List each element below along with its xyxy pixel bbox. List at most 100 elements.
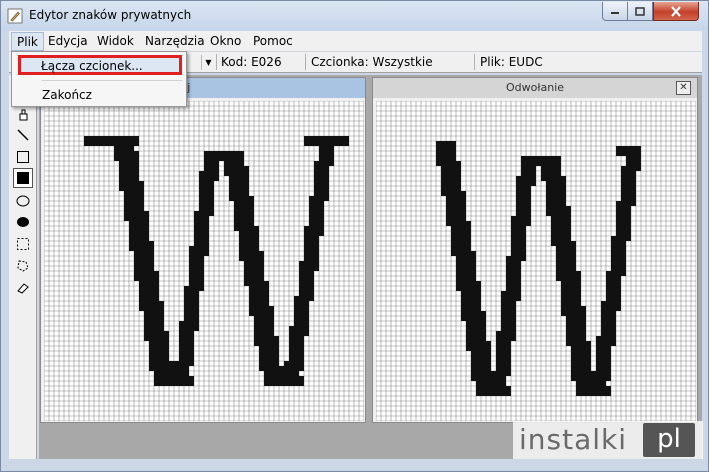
- glyph-pixel: [314, 201, 319, 206]
- glyph-pixel: [456, 261, 461, 266]
- edit-grid[interactable]: [44, 101, 364, 421]
- glyph-pixel: [299, 291, 304, 296]
- glyph-pixel: [309, 226, 314, 231]
- glyph-pixel: [471, 376, 476, 381]
- filled-ellipse-tool[interactable]: [13, 212, 33, 232]
- glyph-pixel: [501, 311, 506, 316]
- glyph-pixel: [304, 251, 309, 256]
- glyph-pixel: [314, 241, 319, 246]
- plik-dropdown-menu: Łącza czcionek... Zakończ: [11, 51, 187, 107]
- maximize-button[interactable]: [627, 2, 653, 21]
- glyph-pixel: [466, 236, 471, 241]
- glyph-pixel: [144, 311, 149, 316]
- glyph-pixel: [239, 236, 244, 241]
- glyph-pixel: [621, 236, 626, 241]
- glyph-pixel: [264, 371, 269, 376]
- glyph-pixel: [164, 351, 169, 356]
- rect-select-tool[interactable]: [13, 234, 33, 254]
- glyph-pixel: [184, 291, 189, 296]
- glyph-pixel: [471, 336, 476, 341]
- glyph-pixel: [456, 266, 461, 271]
- menu-widok[interactable]: Widok: [92, 32, 139, 51]
- glyph-pixel: [466, 231, 471, 236]
- menu-edycja[interactable]: Edycja: [43, 32, 93, 51]
- glyph-pixel: [139, 291, 144, 296]
- close-button[interactable]: [653, 2, 699, 21]
- glyph-pixel: [139, 261, 144, 266]
- glyph-pixel: [521, 161, 526, 166]
- glyph-pixel: [566, 326, 571, 331]
- glyph-pixel: [561, 311, 566, 316]
- glyph-pixel: [511, 221, 516, 226]
- glyph-pixel: [249, 201, 254, 206]
- menu-item-exit[interactable]: Zakończ: [18, 85, 182, 105]
- glyph-pixel: [486, 376, 491, 381]
- title-bar[interactable]: Edytor znaków prywatnych: [1, 1, 708, 30]
- hollow-ellipse-tool[interactable]: [13, 191, 33, 211]
- glyph-editor-grid[interactable]: [44, 101, 364, 421]
- glyph-pixel: [511, 261, 516, 266]
- glyph-pixel: [441, 156, 446, 161]
- glyph-pixel: [511, 271, 516, 276]
- glyph-pixel: [189, 351, 194, 356]
- glyph-pixel: [601, 326, 606, 331]
- glyph-pixel: [546, 191, 551, 196]
- glyph-pixel: [199, 181, 204, 186]
- glyph-pixel: [576, 346, 581, 351]
- glyph-pixel: [164, 381, 169, 386]
- menu-plik[interactable]: Plik: [11, 32, 44, 51]
- glyph-pixel: [314, 261, 319, 266]
- edit-panel: tuj: [40, 77, 366, 423]
- line-tool[interactable]: [13, 125, 33, 145]
- menu-item-font-links[interactable]: Łącza czcionek...: [18, 55, 182, 75]
- glyph-pixel: [134, 161, 139, 166]
- filled-rect-tool[interactable]: [13, 168, 33, 188]
- eraser-tool[interactable]: [13, 278, 33, 298]
- glyph-pixel: [441, 181, 446, 186]
- glyph-pixel: [451, 181, 456, 186]
- glyph-pixel: [611, 326, 616, 331]
- chevron-down-icon[interactable]: ▼: [201, 55, 215, 70]
- glyph-pixel: [466, 271, 471, 276]
- glyph-pixel: [561, 256, 566, 261]
- glyph-pixel: [329, 146, 334, 151]
- glyph-pixel: [471, 271, 476, 276]
- reference-grid: [376, 101, 696, 421]
- menu-pomoc[interactable]: Pomoc: [248, 32, 298, 51]
- glyph-pixel: [194, 266, 199, 271]
- glyph-pixel: [234, 211, 239, 216]
- glyph-pixel: [511, 301, 516, 306]
- glyph-pixel: [304, 321, 309, 326]
- glyph-pixel: [154, 341, 159, 346]
- menu-narzedzia[interactable]: Narzędzia: [140, 32, 210, 51]
- glyph-pixel: [566, 221, 571, 226]
- glyph-pixel: [244, 241, 249, 246]
- glyph-pixel: [616, 221, 621, 226]
- brush-tool[interactable]: [13, 105, 33, 125]
- glyph-pixel: [319, 136, 324, 141]
- freeform-select-tool[interactable]: [13, 256, 33, 276]
- glyph-pixel: [139, 256, 144, 261]
- glyph-pixel: [561, 196, 566, 201]
- glyph-pixel: [159, 321, 164, 326]
- minimize-button[interactable]: [602, 2, 628, 21]
- glyph-pixel: [164, 361, 169, 366]
- glyph-pixel: [169, 371, 174, 376]
- close-icon[interactable]: ✕: [676, 81, 691, 95]
- separator: [305, 54, 306, 70]
- glyph-pixel: [601, 386, 606, 391]
- glyph-pixel: [154, 351, 159, 356]
- glyph-pixel: [446, 151, 451, 156]
- glyph-pixel: [234, 201, 239, 206]
- glyph-pixel: [224, 171, 229, 176]
- glyph-pixel: [561, 206, 566, 211]
- menu-separator: [42, 80, 182, 81]
- glyph-pixel: [314, 166, 319, 171]
- glyph-pixel: [269, 311, 274, 316]
- glyph-pixel: [601, 391, 606, 396]
- glyph-pixel: [561, 241, 566, 246]
- glyph-pixel: [606, 341, 611, 346]
- menu-okno[interactable]: Okno: [205, 32, 246, 51]
- glyph-pixel: [169, 376, 174, 381]
- hollow-rect-tool[interactable]: [13, 147, 33, 167]
